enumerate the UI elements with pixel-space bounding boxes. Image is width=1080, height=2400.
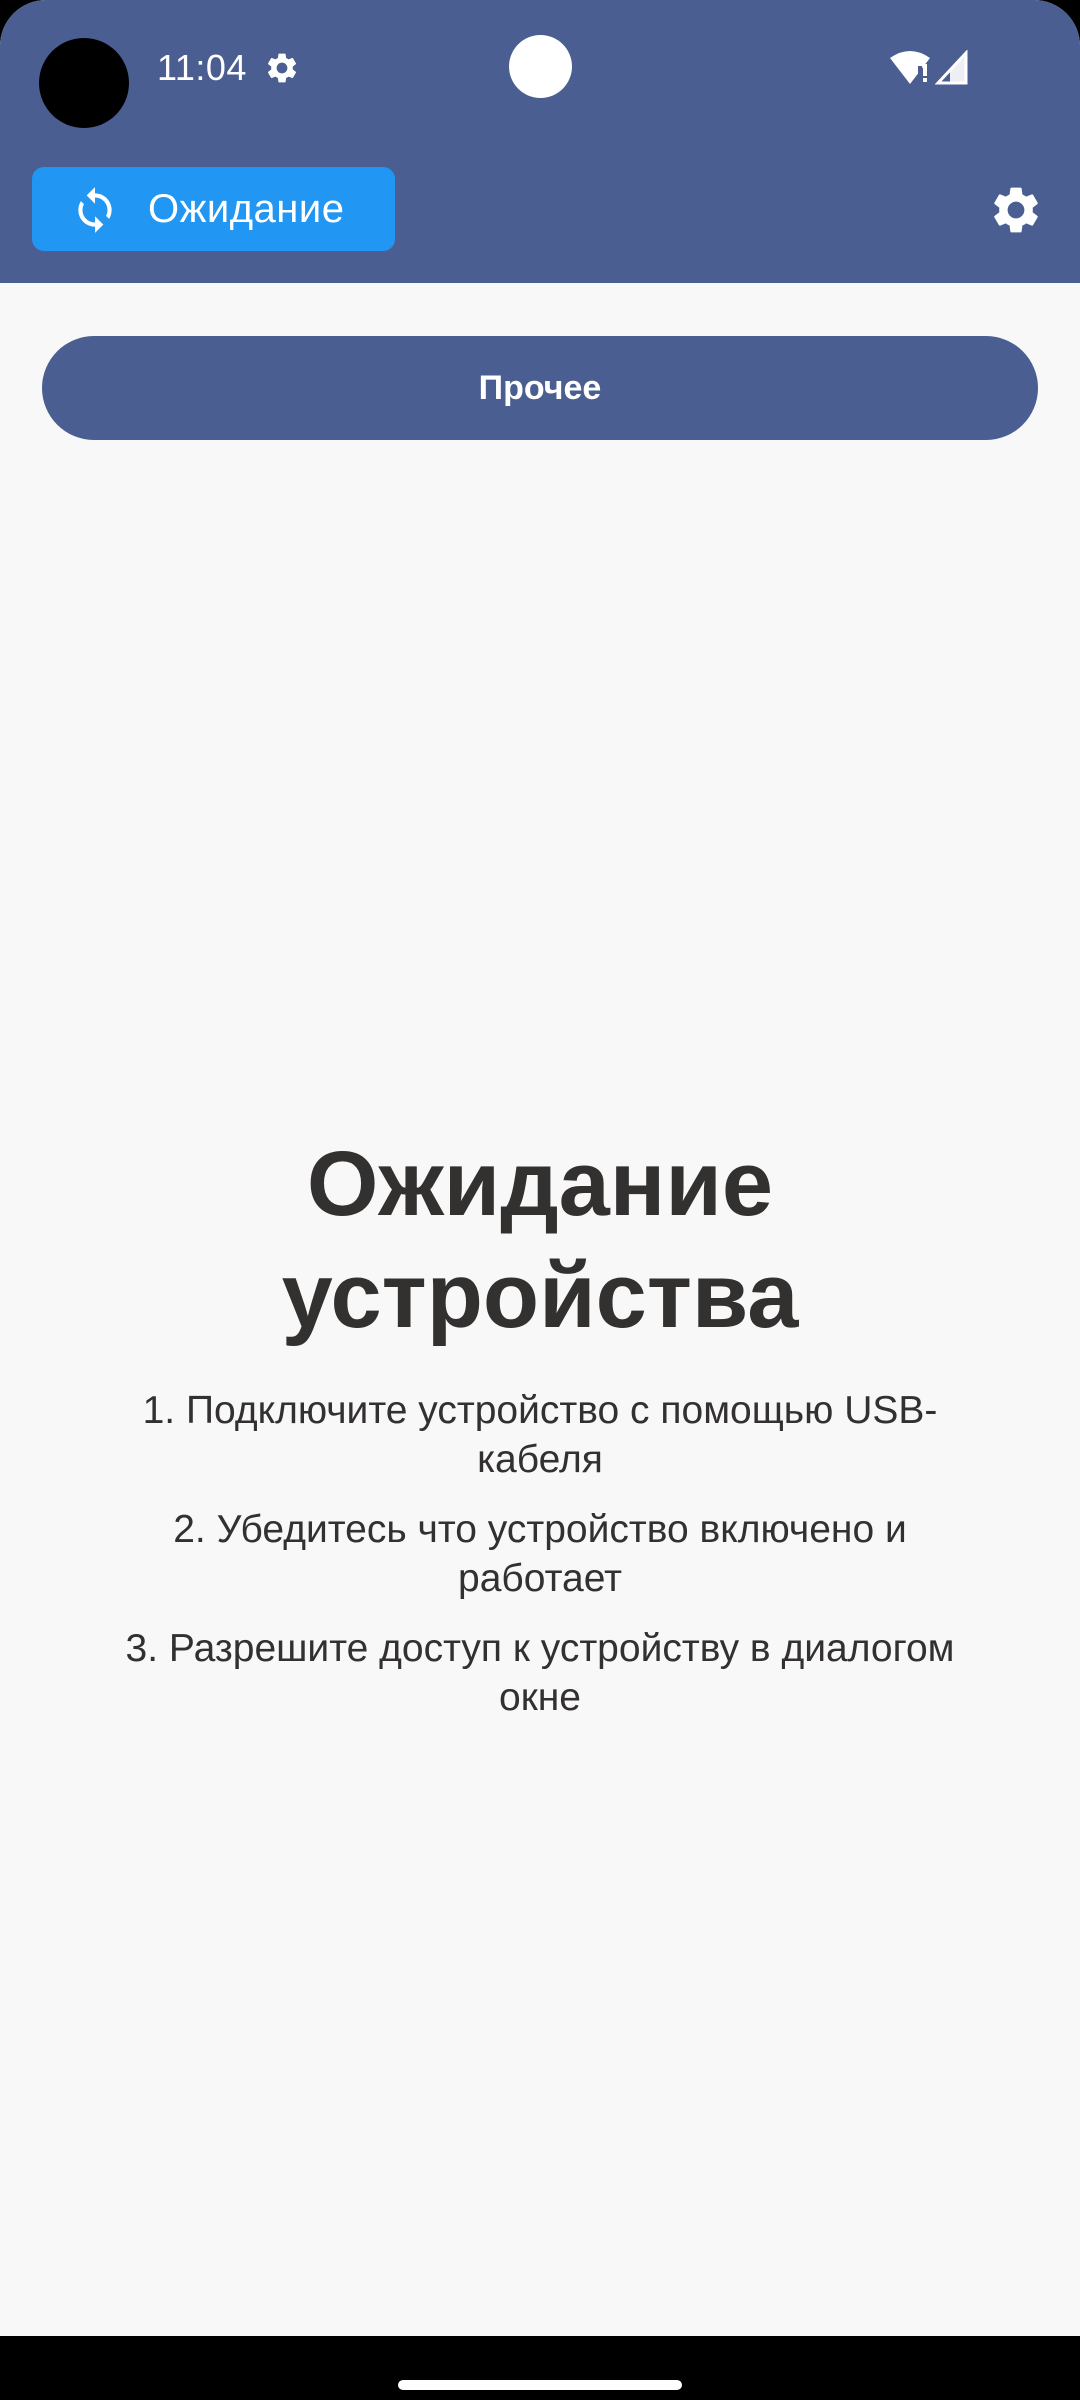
navigation-bar	[0, 2336, 1080, 2400]
instruction-item: 3. Разрешите доступ к устройству в диало…	[125, 1627, 955, 1719]
camera-cutout	[39, 38, 129, 128]
top-bar: 11:04 Ожидание	[0, 0, 1080, 283]
cellular-signal-icon	[935, 50, 968, 85]
instruction-item: 2. Убедитесь что устройство включено и р…	[173, 1508, 907, 1600]
app-screen: 11:04 Ожидание Прочее Ожидание устройств…	[0, 0, 1080, 2400]
home-indicator[interactable]	[398, 2380, 682, 2390]
waiting-title: Ожидание устройства	[281, 1133, 799, 1347]
connection-status-chip[interactable]: Ожидание	[32, 167, 395, 251]
sync-icon	[78, 187, 112, 233]
instruction-item: 1. Подключите устройство с помощью USB-к…	[142, 1389, 938, 1481]
wifi-alert-icon	[890, 51, 930, 84]
status-time: 11:04	[157, 47, 247, 88]
settings-icon[interactable]	[988, 182, 1044, 238]
front-camera-dot	[509, 35, 572, 98]
status-settings-icon	[267, 53, 297, 83]
status-chip-label: Ожидание	[148, 187, 345, 231]
other-button[interactable]: Прочее	[42, 336, 1038, 440]
instructions-list: 1. Подключите устройство с помощью USB-к…	[120, 1386, 960, 1743]
